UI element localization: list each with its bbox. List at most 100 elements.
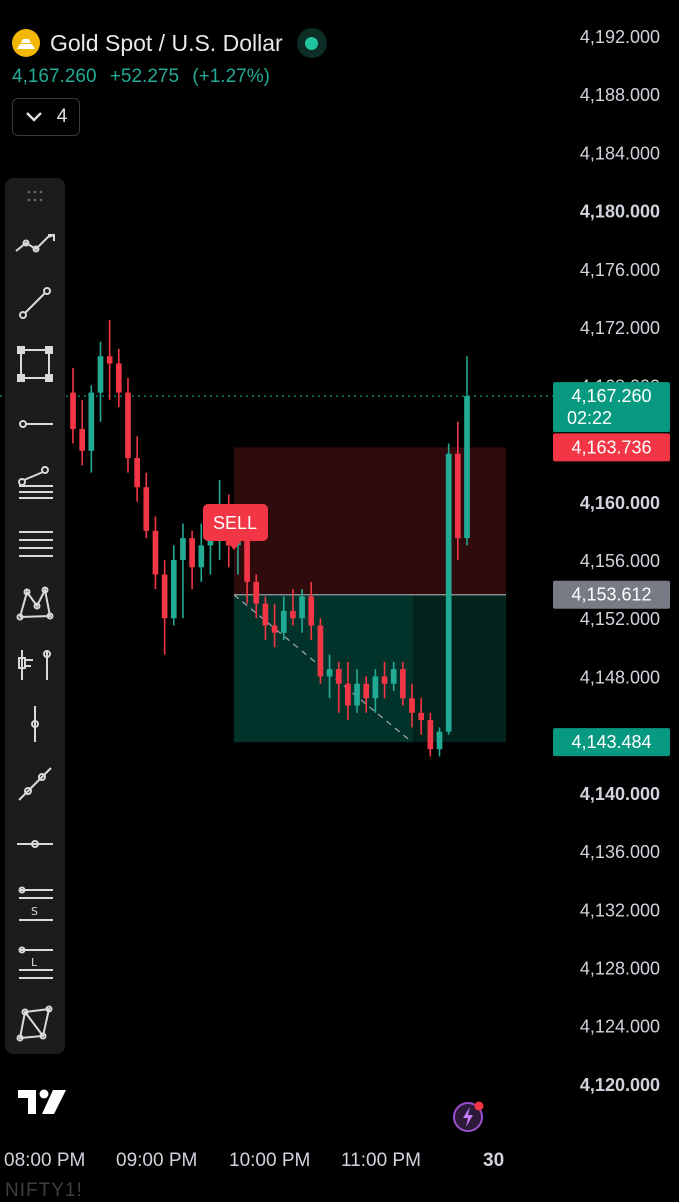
chevron-down-icon (25, 112, 42, 122)
price-tick-label: 4,180.000 (580, 202, 660, 222)
extended-line-icon[interactable] (5, 762, 65, 806)
price-tick-label: 4,172.000 (580, 318, 660, 338)
candle-body (189, 538, 195, 568)
candle (161, 559, 168, 655)
candle (88, 385, 95, 473)
candle (70, 367, 76, 444)
market-status-dot-icon[interactable] (296, 28, 327, 58)
price-tick-label: 4,156.000 (580, 551, 660, 571)
price-axis[interactable]: 4,192.000 4,188.000 4,184.000 4,180.000 4,17… (580, 27, 660, 1095)
line-icon[interactable] (5, 281, 65, 325)
entry-price-tag: 4,153.612 (553, 580, 670, 609)
candle-body (390, 669, 397, 684)
rectangle-icon[interactable] (5, 342, 65, 386)
candle-body (70, 392, 76, 429)
candle-body (308, 596, 315, 626)
candle-body (354, 683, 360, 706)
candle-body (79, 428, 86, 451)
candle-body (125, 392, 131, 459)
candle-body (97, 356, 104, 393)
long-short-position-icon[interactable] (5, 642, 65, 686)
price-tick-label: 4,176.000 (580, 260, 660, 280)
candle (143, 472, 150, 539)
sell-marker-label: SELL (213, 513, 257, 533)
stop-price-tag-label: 4,163.736 (571, 437, 651, 457)
candle-body (271, 625, 278, 633)
candle (125, 378, 131, 473)
price-tick-label-hidden: 4,152.000 (580, 609, 660, 629)
fib-retracement-icon[interactable] (5, 462, 65, 506)
candle (180, 523, 186, 619)
price-tick-label: 4,160.000 (580, 493, 660, 513)
drawing-toolbar[interactable]: S L (5, 178, 65, 1054)
horizontal-ray-icon[interactable] (5, 402, 65, 446)
price-tick-label: 4,136.000 (580, 842, 660, 862)
candle (106, 319, 113, 400)
quote-line: 4,167.260 +52.275 (+1.27%) (12, 66, 327, 88)
polygon-icon[interactable] (5, 1002, 65, 1046)
svg-text:L: L (31, 956, 38, 969)
candle-body (143, 487, 150, 531)
candle (317, 618, 324, 684)
candle-body (161, 574, 168, 619)
symbol-title[interactable]: Gold Spot / U.S. Dollar (50, 30, 283, 57)
candle (189, 530, 195, 590)
candle-body (418, 712, 425, 721)
target-price-tag: 4,143.484 (553, 728, 670, 757)
entry-price-tag-label: 4,153.612 (571, 585, 651, 605)
time-label-0800: 08:00 PM (4, 1150, 86, 1171)
price-tick-label: 4,188.000 (580, 85, 660, 105)
target-price-tag-label: 4,143.484 (571, 732, 651, 752)
stop-price-tag: 4,163.736 (553, 433, 670, 462)
candle (464, 356, 470, 546)
candle-body (262, 603, 269, 626)
candle-body (152, 530, 159, 575)
trend-line-icon[interactable] (5, 221, 65, 265)
current-price-tag: 4,167.26002:22 (553, 382, 670, 433)
candle-body (88, 392, 95, 451)
time-label-0900: 09:00 PM (116, 1150, 198, 1171)
candle-body (345, 683, 351, 706)
candle-body (372, 676, 379, 699)
candle-body (454, 453, 461, 539)
long-position-icon[interactable]: L (5, 942, 65, 986)
price-tick-label: 4,192.000 (580, 27, 660, 47)
vertical-line-icon[interactable] (5, 702, 65, 746)
price-tick-label: 4,132.000 (580, 900, 660, 920)
tradingview-logo[interactable] (18, 1088, 68, 1121)
price-tick-label: 4,128.000 (580, 959, 660, 979)
candle-body (290, 610, 296, 619)
candle-body (115, 363, 122, 393)
xabcd-pattern-icon[interactable] (5, 582, 65, 626)
candle-body (335, 669, 342, 684)
drag-handle-icon[interactable] (5, 186, 65, 206)
time-label-1100: 11:00 PM (341, 1150, 421, 1171)
candle (134, 436, 140, 502)
candle-body (180, 538, 186, 560)
candle-body (464, 396, 470, 539)
watermark: NIFTY1! (5, 1180, 83, 1201)
indicator-count: 4 (56, 106, 68, 127)
candle (115, 348, 122, 408)
time-label-1000: 10:00 PM (229, 1150, 311, 1171)
candle-body (445, 453, 452, 732)
price-tick-label: 4,124.000 (580, 1017, 660, 1037)
candle-body (299, 596, 305, 619)
horizontal-line-icon[interactable] (5, 822, 65, 866)
candle-body (363, 683, 370, 699)
time-label-day-30: 30 (483, 1150, 505, 1171)
candle-body (106, 356, 113, 364)
candle-body (427, 720, 434, 750)
candle-body (400, 669, 406, 699)
flash-icon[interactable] (452, 1099, 486, 1133)
candle-body (170, 559, 177, 619)
candle-body (198, 545, 205, 568)
gold-badge-icon (12, 29, 40, 57)
parallel-lines-icon[interactable] (5, 522, 65, 566)
price-chart[interactable]: 4,192.000 4,188.000 4,184.000 4,180.000 4,17… (0, 0, 679, 1200)
candle (152, 516, 159, 590)
collapse-indicators-button[interactable]: 4 (12, 98, 80, 136)
price-tick-label: 4,120.000 (580, 1075, 660, 1095)
short-position-icon[interactable]: S (5, 882, 65, 926)
candle-body (436, 731, 443, 750)
